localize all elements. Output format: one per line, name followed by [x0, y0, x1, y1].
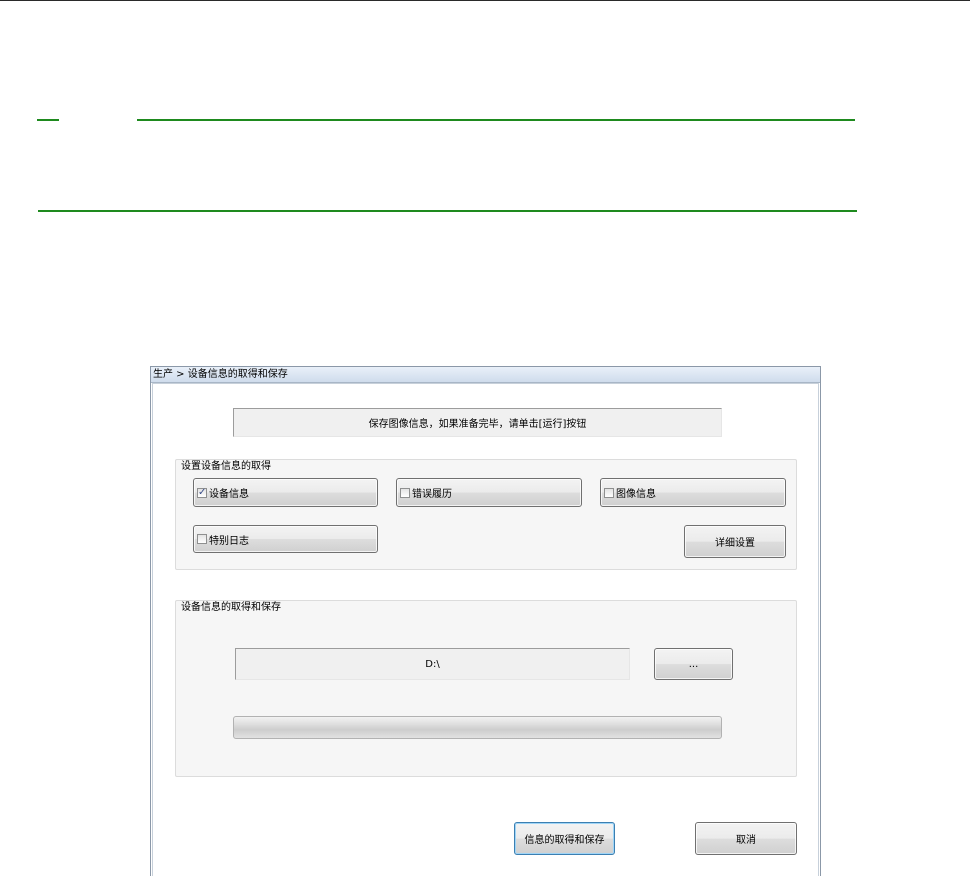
option-special-log-button[interactable]: 特别日志: [193, 525, 378, 553]
section-divider-short: [37, 119, 59, 121]
cancel-button[interactable]: 取消: [695, 822, 797, 855]
status-message: 保存图像信息，如果准备完毕，请单击[运行]按钮: [233, 408, 722, 437]
option-label: 设备信息: [209, 489, 249, 500]
option-error-history-button[interactable]: 错误履历: [396, 478, 582, 507]
browse-button[interactable]: ...: [654, 648, 733, 680]
checkbox-icon: [604, 487, 614, 498]
option-image-info-button[interactable]: 图像信息: [600, 478, 786, 507]
checkbox-icon: [400, 487, 410, 498]
section-divider-bottom: [38, 210, 857, 212]
checkbox-icon: [197, 486, 207, 500]
dialog-title: 生产 > 设备信息的取得和保存: [153, 369, 288, 380]
acquire-settings-group: 设置设备信息的取得 设备信息 错误履历 图像信息 特别日志 详细设置: [175, 459, 797, 570]
save-group: 设备信息的取得和保存 D:\ ...: [175, 600, 797, 777]
section-divider: [137, 119, 855, 121]
detail-settings-button[interactable]: 详细设置: [684, 525, 786, 558]
acquire-settings-group-label: 设置设备信息的取得: [181, 461, 271, 472]
title-bar[interactable]: 生产 > 设备信息的取得和保存: [151, 367, 820, 383]
option-device-info-button[interactable]: 设备信息: [193, 478, 378, 507]
option-label: 错误履历: [412, 489, 452, 500]
save-path-field[interactable]: D:\: [235, 648, 630, 680]
page-top-rule: [0, 0, 970, 1]
option-label: 特别日志: [209, 535, 249, 547]
acquire-and-save-button[interactable]: 信息的取得和保存: [514, 822, 615, 855]
save-group-label: 设备信息的取得和保存: [181, 602, 281, 613]
progress-bar: [233, 716, 722, 739]
checkbox-icon: [197, 534, 207, 544]
option-label: 图像信息: [616, 489, 656, 500]
dialog-window: 生产 > 设备信息的取得和保存 保存图像信息，如果准备完毕，请单击[运行]按钮 …: [150, 366, 821, 876]
